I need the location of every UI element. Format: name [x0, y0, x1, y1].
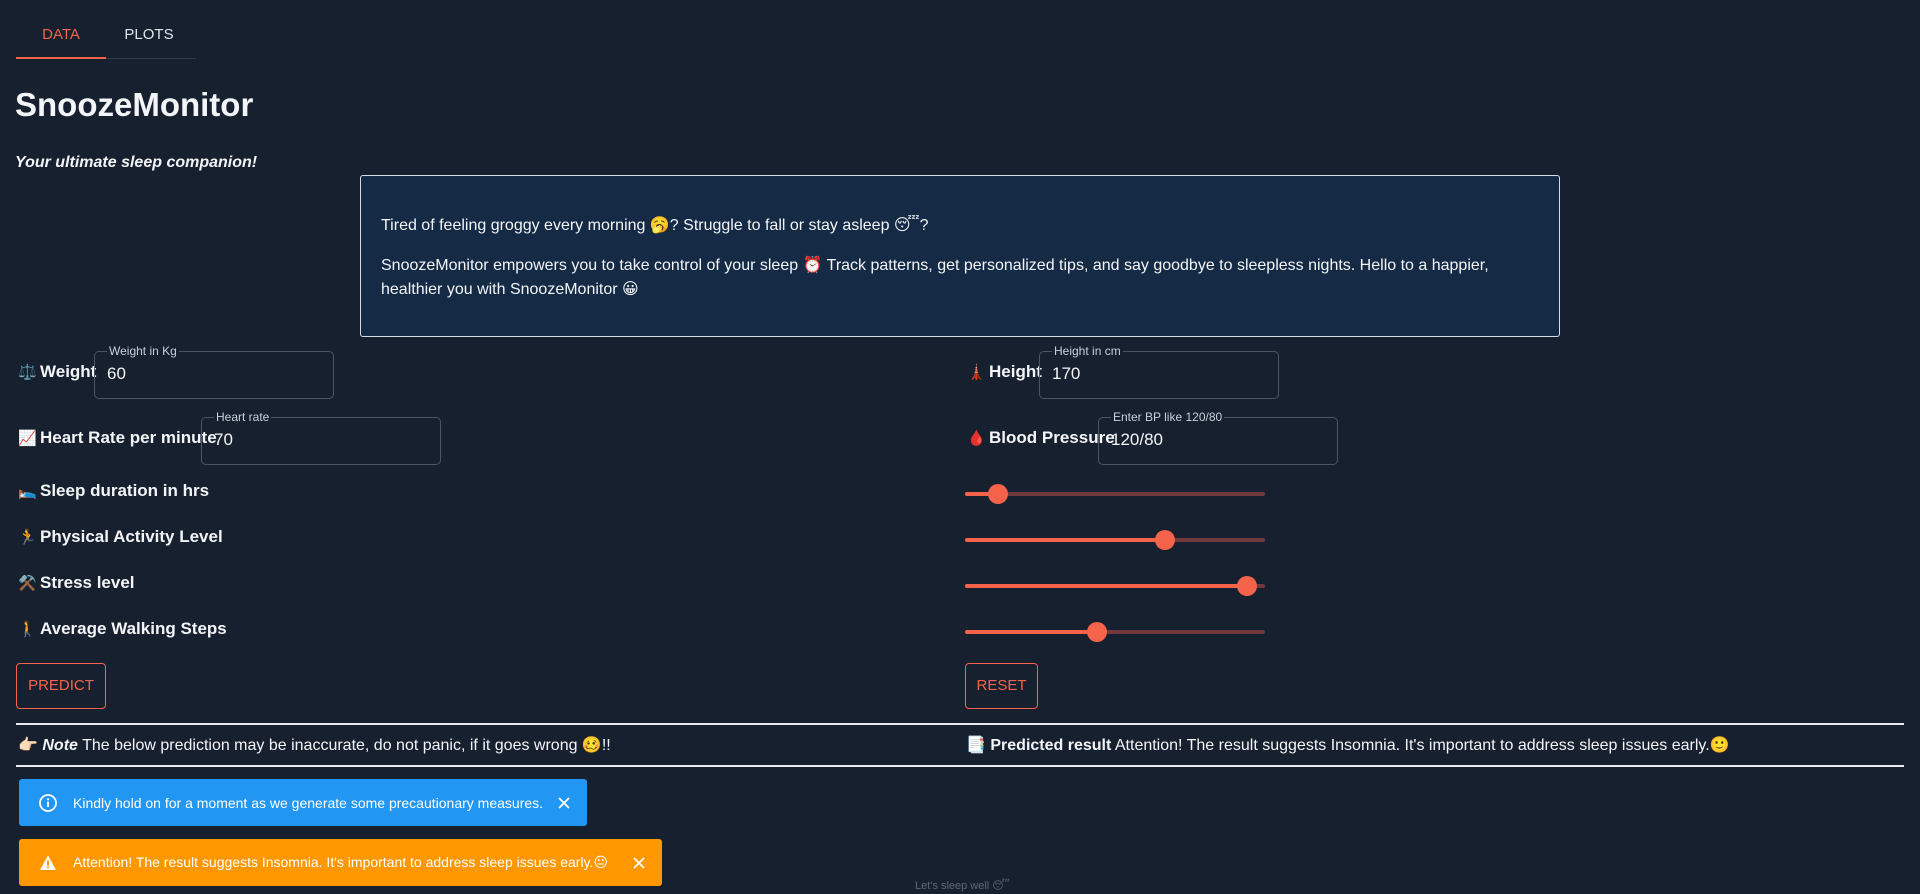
- footer-text: Let's sleep well 😴: [915, 880, 1010, 892]
- weight-float-label: Weight in Kg: [107, 344, 179, 358]
- warning-alert-text: Attention! The result suggests Insomnia.…: [73, 854, 609, 870]
- slider-thumb[interactable]: [1087, 622, 1107, 642]
- intro-line-2: SnoozeMonitor empowers you to take contr…: [381, 257, 1489, 298]
- walking-icon: 🚶: [18, 621, 37, 638]
- physical-activity-slider[interactable]: [965, 530, 1265, 550]
- slider-thumb[interactable]: [988, 484, 1008, 504]
- sleep-duration-label-text: Sleep duration in hrs: [40, 481, 210, 500]
- weight-field[interactable]: Weight in Kg: [94, 344, 334, 399]
- note-body: The below prediction may be inaccurate, …: [77, 737, 611, 754]
- heart-rate-input[interactable]: [214, 430, 405, 450]
- heart-rate-label: 📈 Heart Rate per minute: [18, 428, 217, 448]
- warning-icon: [39, 854, 57, 872]
- warning-alert: Attention! The result suggests Insomnia.…: [19, 839, 662, 886]
- slider-rail: [965, 492, 1265, 496]
- slider-track: [965, 584, 1247, 588]
- walking-steps-label: 🚶 Average Walking Steps: [18, 619, 227, 639]
- note-title: Note: [42, 737, 78, 754]
- predicted-result: 📑 Predicted result Attention! The result…: [966, 735, 1730, 755]
- predict-button[interactable]: PREDICT: [16, 663, 106, 709]
- intro-line-1: Tired of feeling groggy every morning 🥱?…: [381, 217, 929, 234]
- predicted-result-title: Predicted result: [990, 737, 1112, 754]
- document-icon: 📑: [966, 737, 986, 754]
- hammer-pick-icon: ⚒️: [18, 575, 37, 592]
- slider-track: [965, 630, 1097, 634]
- heart-rate-float-label: Heart rate: [214, 410, 272, 424]
- slider-thumb[interactable]: [1237, 576, 1257, 596]
- heart-rate-field[interactable]: Heart rate: [201, 410, 441, 465]
- walking-steps-label-text: Average Walking Steps: [40, 619, 227, 638]
- sleep-duration-slider[interactable]: [965, 484, 1265, 504]
- scale-icon: ⚖️: [18, 364, 37, 381]
- slider-thumb[interactable]: [1154, 530, 1175, 550]
- tab-bar: DATA PLOTS: [16, 14, 196, 59]
- blood-drop-icon: 🩸: [967, 430, 986, 447]
- blood-pressure-field[interactable]: Enter BP like 120/80: [1098, 410, 1338, 465]
- height-label-text: Height: [989, 362, 1042, 381]
- stress-level-label-text: Stress level: [40, 573, 135, 592]
- tower-icon: 🗼: [967, 364, 986, 381]
- height-field[interactable]: Height in cm: [1039, 344, 1279, 399]
- divider-bottom: [16, 765, 1904, 767]
- info-icon: [39, 793, 57, 812]
- divider-top: [16, 723, 1904, 725]
- close-icon[interactable]: [630, 854, 648, 872]
- height-input[interactable]: [1052, 364, 1243, 384]
- close-icon[interactable]: [555, 794, 573, 812]
- slider-track: [965, 538, 1165, 542]
- blood-pressure-input[interactable]: [1111, 430, 1302, 450]
- weight-input[interactable]: [107, 364, 298, 384]
- info-alert-text: Kindly hold on for a moment as we genera…: [73, 794, 544, 811]
- predicted-result-body: Attention! The result suggests Insomnia.…: [1111, 737, 1730, 754]
- intro-box: Tired of feeling groggy every morning 🥱?…: [360, 175, 1560, 337]
- page-title: SnoozeMonitor: [15, 86, 254, 123]
- info-alert: Kindly hold on for a moment as we genera…: [19, 779, 587, 826]
- reset-button[interactable]: RESET: [965, 663, 1038, 709]
- walking-steps-slider[interactable]: [965, 622, 1265, 642]
- heart-rate-label-text: Heart Rate per minute: [40, 428, 217, 447]
- note-text: 👉🏻 Note The below prediction may be inac…: [18, 735, 611, 755]
- blood-pressure-label: 🩸 Blood Pressure: [967, 428, 1115, 448]
- blood-pressure-float-label: Enter BP like 120/80: [1111, 410, 1225, 424]
- physical-activity-label: 🏃 Physical Activity Level: [18, 527, 223, 547]
- pointing-hand-icon: 👉🏻: [18, 737, 38, 754]
- height-label: 🗼 Height: [967, 362, 1042, 382]
- bed-icon: 🛌: [18, 483, 37, 500]
- running-icon: 🏃: [18, 529, 37, 546]
- tab-data[interactable]: DATA: [16, 14, 106, 59]
- weight-label: ⚖️ Weight: [18, 362, 96, 382]
- tab-plots[interactable]: PLOTS: [114, 14, 184, 59]
- stress-level-slider[interactable]: [965, 576, 1265, 596]
- blood-pressure-label-text: Blood Pressure: [989, 428, 1115, 447]
- stress-level-label: ⚒️ Stress level: [18, 573, 135, 593]
- chart-increasing-icon: 📈: [18, 430, 37, 447]
- height-float-label: Height in cm: [1052, 344, 1123, 358]
- page-subtitle: Your ultimate sleep companion!: [15, 154, 258, 171]
- weight-label-text: Weight: [40, 362, 97, 381]
- physical-activity-label-text: Physical Activity Level: [40, 527, 223, 546]
- sleep-duration-label: 🛌 Sleep duration in hrs: [18, 481, 209, 501]
